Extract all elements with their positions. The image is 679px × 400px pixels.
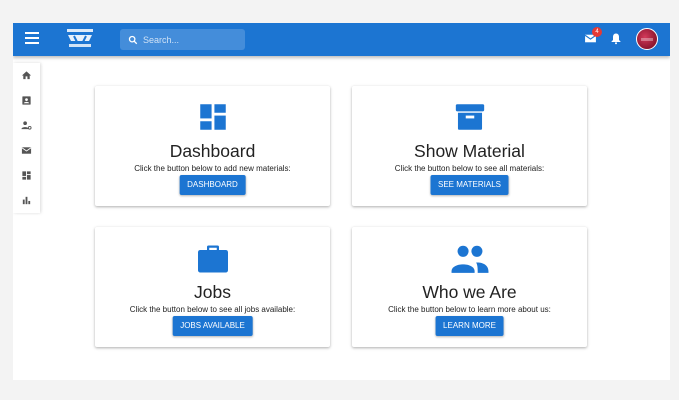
search-input[interactable] (143, 34, 238, 45)
app-window: 4 (13, 23, 670, 380)
menu-icon-line (25, 42, 39, 44)
sidebar-item-home[interactable] (13, 63, 40, 88)
dashboard-card: Dashboard Click the button below to add … (95, 86, 330, 206)
show-material-card-icon-wrap (352, 100, 587, 134)
jobs-available-button[interactable]: JOBS AVAILABLE (172, 316, 253, 336)
see-materials-button[interactable]: SEE MATERIALS (430, 175, 509, 195)
dashboard-icon (199, 104, 226, 130)
dashboard-icon (22, 171, 31, 180)
notifications-button[interactable] (610, 32, 624, 46)
menu-icon-line (25, 32, 39, 34)
learn-more-button[interactable]: LEARN MORE (435, 316, 504, 336)
user-avatar[interactable] (636, 28, 658, 50)
archive-box-icon (455, 104, 484, 130)
jobs-card: Jobs Click the button below to see all j… (95, 227, 330, 347)
who-we-are-card-icon-wrap (352, 241, 587, 277)
mail-icon (21, 147, 32, 154)
menu-icon-line (25, 37, 39, 39)
card-description: Click the button below to see all materi… (394, 164, 545, 173)
sidebar-item-user-settings[interactable] (13, 113, 40, 138)
bar-chart-icon (22, 196, 31, 205)
card-title: Dashboard (169, 141, 256, 161)
mail-count-badge: 4 (592, 27, 602, 37)
sidebar-item-dashboard[interactable] (13, 163, 40, 188)
card-title: Who we Are (422, 282, 517, 302)
top-app-bar: 4 (13, 23, 670, 56)
card-title: Show Material (414, 141, 525, 161)
who-we-are-card: Who we Are Click the button below to lea… (352, 227, 587, 347)
side-nav (13, 63, 40, 213)
bell-icon (611, 33, 621, 45)
sidebar-item-analytics[interactable] (13, 188, 40, 213)
contact-card-icon (22, 96, 31, 105)
search-icon (128, 35, 138, 44)
card-description: Click the button below to learn more abo… (388, 305, 551, 314)
card-title: Jobs (194, 282, 231, 302)
card-description: Click the button below to add new materi… (134, 164, 291, 173)
search-box[interactable] (120, 29, 245, 50)
user-settings-icon (21, 121, 32, 130)
home-icon (21, 71, 32, 80)
briefcase-icon (197, 245, 228, 273)
jobs-card-icon-wrap (95, 241, 330, 277)
show-material-card: Show Material Click the button below to … (352, 86, 587, 206)
dashboard-button[interactable]: DASHBOARD (179, 175, 246, 195)
people-icon (451, 245, 488, 273)
sidebar-item-mail[interactable] (13, 138, 40, 163)
sidebar-item-contacts[interactable] (13, 88, 40, 113)
brand-logo[interactable] (65, 27, 95, 51)
avatar-mark (641, 38, 653, 41)
dashboard-card-icon-wrap (95, 100, 330, 134)
card-description: Click the button below to see all jobs a… (129, 305, 296, 314)
menu-button[interactable] (25, 32, 39, 46)
mail-button[interactable]: 4 (584, 27, 602, 46)
